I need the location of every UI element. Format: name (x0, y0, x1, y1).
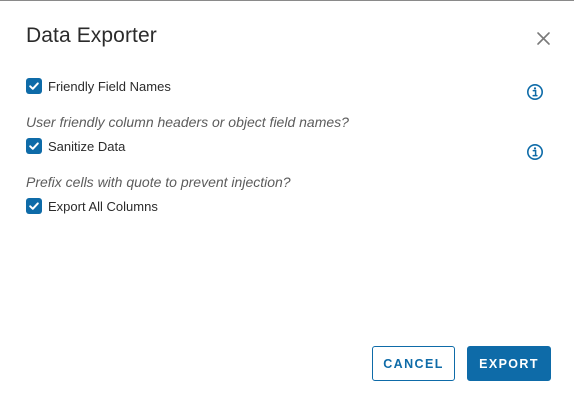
option-sanitize-data[interactable]: Sanitize Data (26, 138, 125, 154)
friendly-field-names-hint: User friendly column headers or object f… (26, 114, 349, 130)
sanitize-data-label: Sanitize Data (48, 138, 126, 154)
sanitize-data-hint: Prefix cells with quote to prevent injec… (26, 174, 291, 190)
option-export-all-columns[interactable]: Export All Columns (26, 198, 158, 214)
dialog-title: Data Exporter (26, 24, 157, 47)
cancel-button[interactable]: CANCEL (372, 346, 455, 381)
sanitize-data-checkbox[interactable] (26, 138, 42, 154)
friendly-field-names-checkbox[interactable] (26, 78, 42, 94)
option-friendly-field-names[interactable]: Friendly Field Names (26, 78, 171, 94)
data-exporter-dialog: Data Exporter Friendly Field Names User … (0, 0, 574, 401)
friendly-field-names-label: Friendly Field Names (48, 78, 171, 94)
close-icon[interactable] (535, 30, 552, 47)
export-button[interactable]: EXPORT (467, 346, 551, 381)
info-icon[interactable] (526, 83, 544, 101)
check-icon (29, 142, 39, 150)
check-icon (29, 202, 39, 210)
info-icon[interactable] (526, 143, 544, 161)
export-all-columns-checkbox[interactable] (26, 198, 42, 214)
export-all-columns-label: Export All Columns (48, 198, 158, 214)
check-icon (29, 82, 39, 90)
